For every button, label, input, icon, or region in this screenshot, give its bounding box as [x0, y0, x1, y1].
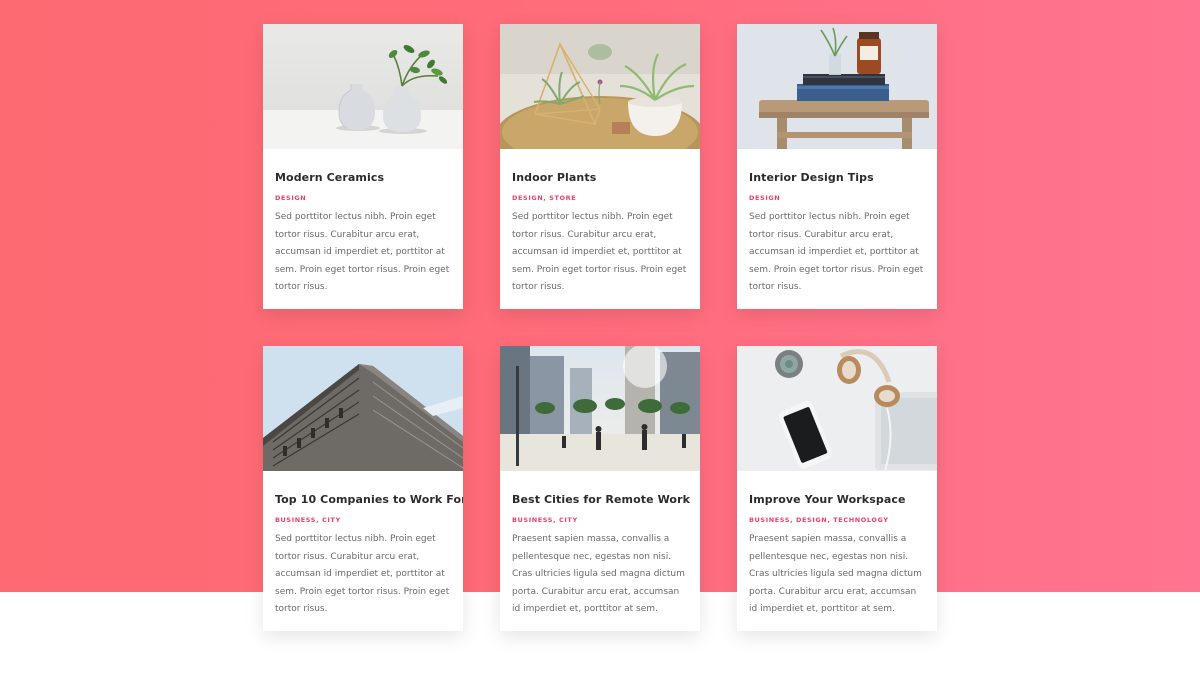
books-on-stool-image[interactable]	[737, 24, 937, 149]
card-categories[interactable]: BUSINESS, DESIGN, TECHNOLOGY	[749, 516, 925, 524]
card-title[interactable]: Indoor Plants	[512, 171, 688, 184]
card-excerpt: Praesent sapien massa, convallis a pelle…	[749, 534, 922, 614]
card-title[interactable]: Improve Your Workspace	[749, 493, 925, 506]
card-categories[interactable]: DESIGN	[275, 194, 451, 202]
desk-headphones-phone-image[interactable]	[737, 346, 937, 471]
card-title[interactable]: Top 10 Companies to Work For	[275, 493, 463, 506]
card-categories[interactable]: BUSINESS, CITY	[275, 516, 451, 524]
card-categories[interactable]: DESIGN, STORE	[512, 194, 688, 202]
office-building-image[interactable]	[263, 346, 463, 471]
city-street-image[interactable]	[500, 346, 700, 471]
card-categories[interactable]: BUSINESS, CITY	[512, 516, 688, 524]
card-excerpt: Sed porttitor lectus nibh. Proin eget to…	[275, 212, 450, 292]
blog-post-grid: Modern Ceramics DESIGN Sed porttitor lec…	[263, 24, 937, 631]
air-plants-terrarium-image[interactable]	[500, 24, 700, 149]
blog-card-improve-workspace[interactable]: Improve Your Workspace BUSINESS, DESIGN,…	[737, 346, 937, 631]
card-categories[interactable]: DESIGN	[749, 194, 925, 202]
blog-card-interior-design-tips[interactable]: Interior Design Tips DESIGN Sed porttito…	[737, 24, 937, 309]
blog-card-indoor-plants[interactable]: Indoor Plants DESIGN, STORE Sed porttito…	[500, 24, 700, 309]
blog-card-top-10-companies[interactable]: Top 10 Companies to Work For BUSINESS, C…	[263, 346, 463, 631]
card-excerpt: Sed porttitor lectus nibh. Proin eget to…	[749, 212, 924, 292]
card-title[interactable]: Interior Design Tips	[749, 171, 925, 184]
blog-card-best-cities-remote-work[interactable]: Best Cities for Remote Work BUSINESS, CI…	[500, 346, 700, 631]
card-title[interactable]: Best Cities for Remote Work	[512, 493, 690, 506]
ceramic-vases-image[interactable]	[263, 24, 463, 149]
card-excerpt: Sed porttitor lectus nibh. Proin eget to…	[512, 212, 687, 292]
card-excerpt: Praesent sapien massa, convallis a pelle…	[512, 534, 685, 614]
card-excerpt: Sed porttitor lectus nibh. Proin eget to…	[275, 534, 450, 614]
blog-card-modern-ceramics[interactable]: Modern Ceramics DESIGN Sed porttitor lec…	[263, 24, 463, 309]
card-title[interactable]: Modern Ceramics	[275, 171, 451, 184]
